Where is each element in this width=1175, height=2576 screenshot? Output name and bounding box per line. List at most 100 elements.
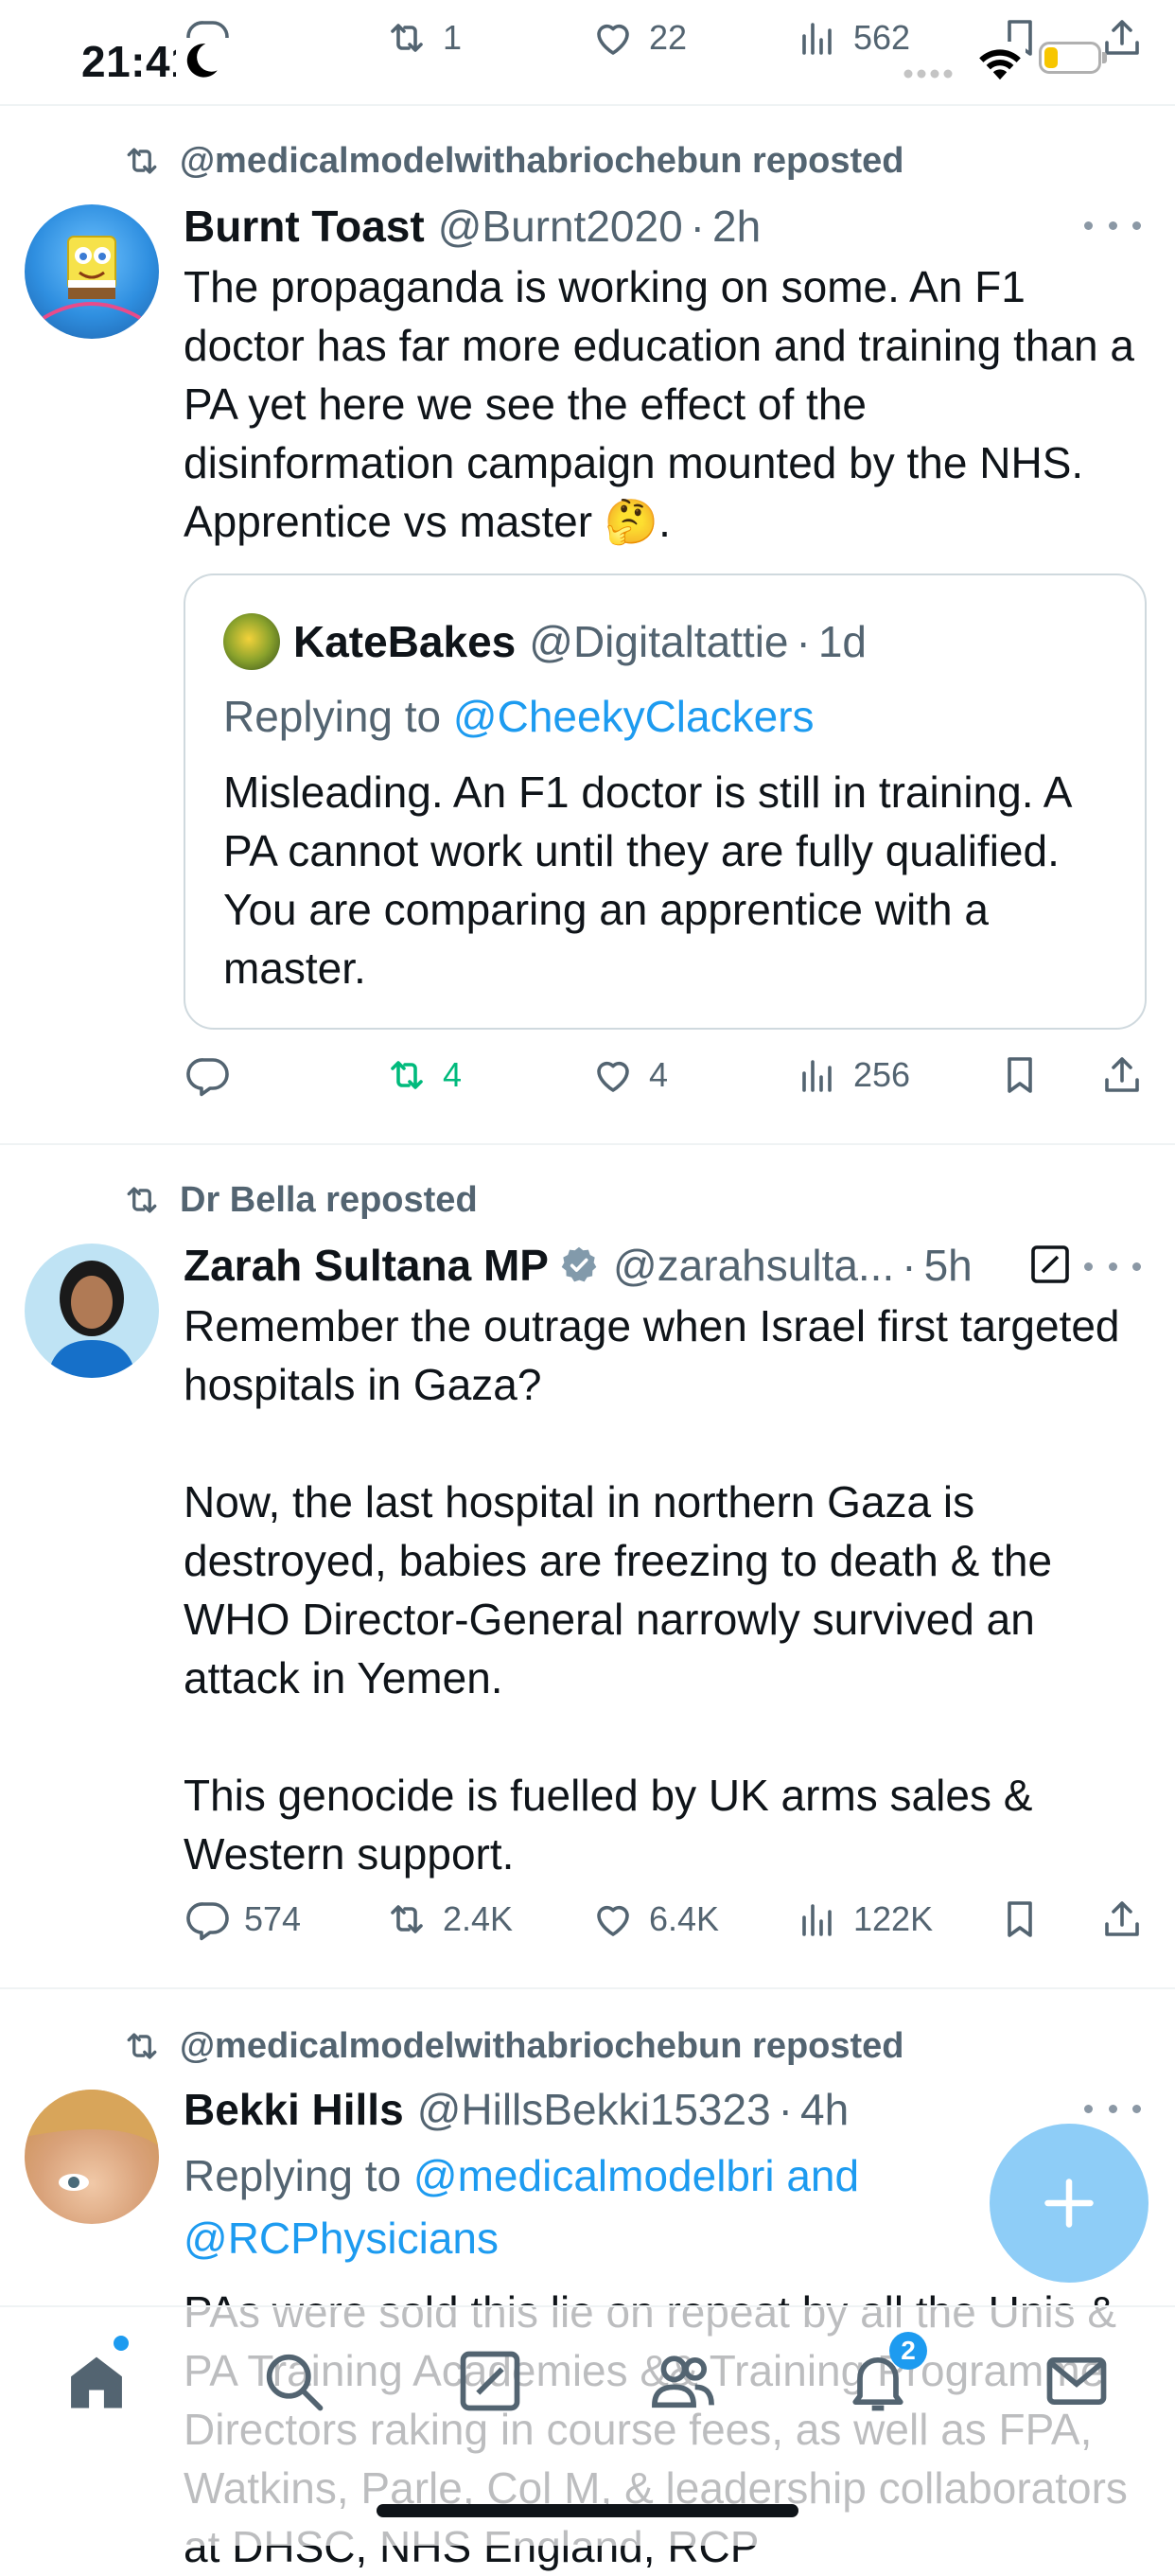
views-icon xyxy=(795,1897,840,1942)
more-dot-icon xyxy=(1084,221,1093,230)
replying-to-link[interactable]: @RCPhysicians xyxy=(184,2207,959,2269)
quote-replying-to: Replying to @CheekyClackers xyxy=(223,691,815,742)
repost-by-label: Dr Bella reposted xyxy=(180,1179,478,1220)
author-name[interactable]: Burnt Toast xyxy=(184,201,425,252)
quote-avatar[interactable] xyxy=(223,613,280,670)
more-dot-icon xyxy=(1132,221,1141,230)
repost-count: 4 xyxy=(443,1055,463,1094)
home-icon xyxy=(71,2356,122,2408)
bookmark-button[interactable] xyxy=(997,1052,1043,1098)
more-dot-icon xyxy=(1084,1262,1093,1271)
moon-icon-bg xyxy=(176,38,242,85)
like-count: 4 xyxy=(649,1055,669,1094)
like-count: 6.4K xyxy=(649,1899,720,1938)
quoted-tweet[interactable]: KateBakes @Digitaltattie · 1d Replying t… xyxy=(184,573,1147,1030)
views-button[interactable]: 256 xyxy=(795,1052,910,1098)
verified-badge-icon xyxy=(561,1246,597,1282)
author-handle[interactable]: @HillsBekki15323 xyxy=(417,2084,771,2135)
tab-home[interactable] xyxy=(61,2336,132,2417)
avatar[interactable] xyxy=(25,204,159,339)
new-posts-dot xyxy=(114,2336,129,2351)
more-dot-icon xyxy=(1108,1262,1117,1271)
quote-header: KateBakes @Digitaltattie · 1d xyxy=(223,613,867,670)
replying-to-link[interactable]: @medicalmodelbri and xyxy=(413,2151,859,2200)
repost-indicator[interactable]: Dr Bella reposted xyxy=(121,1179,478,1221)
repost-indicator[interactable]: @medicalmodelwithabriochebun reposted xyxy=(121,140,904,182)
share-icon xyxy=(1099,1897,1145,1942)
grok-icon[interactable] xyxy=(1027,1242,1073,1287)
more-options-button[interactable] xyxy=(1084,2099,1141,2118)
more-options-button[interactable] xyxy=(1084,1257,1141,1276)
like-button[interactable]: 4 xyxy=(590,1052,668,1098)
plus-icon xyxy=(1044,2179,1094,2228)
quote-author-handle[interactable]: @Digitaltattie xyxy=(529,616,788,667)
moon-icon xyxy=(186,44,218,78)
avatar[interactable] xyxy=(25,2090,159,2224)
battery-level xyxy=(1044,47,1058,68)
tweet-action-row: 4 4 256 xyxy=(0,1052,1175,1109)
share-button[interactable] xyxy=(1099,1897,1145,1942)
tweet-divider xyxy=(0,1987,1175,1989)
tweet-time[interactable]: 2h xyxy=(712,201,761,252)
tweet-time[interactable]: 4h xyxy=(800,2084,849,2135)
heart-icon xyxy=(590,1897,636,1942)
repost-icon xyxy=(384,1052,430,1098)
share-button[interactable] xyxy=(1099,1052,1145,1098)
tab-communities[interactable] xyxy=(647,2345,719,2417)
repost-icon xyxy=(121,2025,163,2067)
like-button[interactable]: 6.4K xyxy=(590,1897,719,1942)
author-name[interactable]: Zarah Sultana MP xyxy=(184,1240,549,1291)
wifi-icon xyxy=(974,42,1026,81)
author-name[interactable]: Bekki Hills xyxy=(184,2084,404,2135)
battery-cap xyxy=(1102,52,1107,63)
views-icon xyxy=(795,15,840,61)
views-icon xyxy=(795,1052,840,1098)
person-avatar-icon xyxy=(47,1261,136,1378)
compose-button[interactable] xyxy=(990,2124,1149,2283)
home-indicator[interactable] xyxy=(377,2504,798,2517)
author-handle[interactable]: @zarahsulta... xyxy=(613,1240,894,1291)
reply-icon xyxy=(185,1052,231,1098)
tweet-header: Bekki Hills @HillsBekki15323 · 4h xyxy=(184,2084,849,2135)
grok-icon xyxy=(460,2351,520,2411)
separator-dot: · xyxy=(796,617,811,666)
search-icon xyxy=(266,2354,324,2411)
reply-count: 574 xyxy=(244,1899,302,1938)
repost-button[interactable]: 2.4K xyxy=(384,1897,513,1942)
like-button[interactable]: 22 xyxy=(590,15,687,61)
repost-icon xyxy=(121,1179,163,1221)
reply-button[interactable]: 574 xyxy=(185,1897,301,1942)
tweet-time[interactable]: 5h xyxy=(924,1240,973,1291)
bookmark-icon xyxy=(997,1897,1043,1942)
repost-by-label: @medicalmodelwithabriochebun reposted xyxy=(180,140,904,181)
tab-search[interactable] xyxy=(257,2345,329,2417)
repost-count: 2.4K xyxy=(443,1899,514,1938)
people-icon xyxy=(652,2355,714,2408)
tab-grok[interactable] xyxy=(454,2345,526,2417)
tweet-header: Zarah Sultana MP @zarahsulta... · 5h xyxy=(184,1240,973,1291)
more-dot-icon xyxy=(1132,2104,1141,2113)
repost-button[interactable]: 1 xyxy=(384,15,462,61)
repost-button[interactable]: 4 xyxy=(384,1052,462,1098)
quote-text: Misleading. An F1 doctor is still in tra… xyxy=(223,768,1070,993)
person-avatar-icon xyxy=(25,2090,159,2191)
separator-dot: · xyxy=(778,2085,793,2134)
separator-dot: · xyxy=(902,1241,917,1290)
quote-time: 1d xyxy=(817,617,868,666)
like-count: 22 xyxy=(649,18,688,57)
more-options-button[interactable] xyxy=(1084,216,1141,235)
avatar[interactable] xyxy=(25,1244,159,1378)
separator-dot: · xyxy=(690,202,705,251)
author-handle[interactable]: @Burnt2020 xyxy=(438,201,683,252)
repost-indicator[interactable]: @medicalmodelwithabriochebun reposted xyxy=(121,2025,904,2067)
tab-messages[interactable] xyxy=(1041,2345,1113,2417)
reply-button[interactable] xyxy=(185,1052,231,1098)
views-button[interactable]: 562 xyxy=(795,15,910,61)
views-button[interactable]: 122K xyxy=(795,1897,933,1942)
more-dot-icon xyxy=(1132,1262,1141,1271)
tab-notifications[interactable]: 2 xyxy=(842,2332,927,2417)
quote-author-name[interactable]: KateBakes xyxy=(293,616,516,667)
tweet-text: Remember the outrage when Israel first t… xyxy=(184,1301,1120,1879)
bookmark-button[interactable] xyxy=(997,1897,1043,1942)
replying-to-link[interactable]: @CheekyClackers xyxy=(453,692,815,741)
